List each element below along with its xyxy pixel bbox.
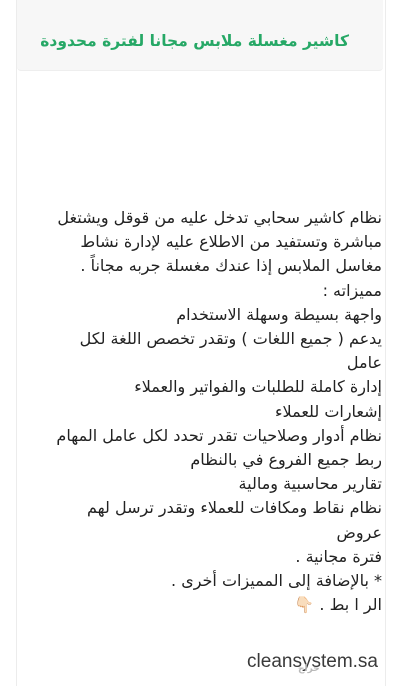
- post-body: نظام كاشير سحابي تدخل عليه من قوقل ويشتغ…: [20, 206, 382, 617]
- body-line: مغاسل الملابس إذا عندك مغسلة جربه مجاناً…: [80, 256, 382, 276]
- body-line: نظام كاشير سحابي تدخل عليه من قوقل ويشتغ…: [57, 208, 382, 227]
- feature-item: إشعارات للعملاء: [275, 401, 382, 421]
- feature-item: تقارير محاسبية ومالية: [238, 474, 382, 494]
- post-header: كاشير مغسلة ملابس مجانا لفترة محدودة: [17, 0, 383, 71]
- feature-item: فترة مجانية .: [295, 546, 382, 566]
- features-heading: مميزاته :: [322, 280, 382, 300]
- feature-item: نظام أدوار وصلاحيات تقدر تحدد لكل عامل ا…: [56, 425, 382, 445]
- feature-item: يدعم ( جميع اللغات ) وتقدر تخصص اللغة لك…: [79, 329, 382, 349]
- feature-item: إدارة كاملة للطلبات والفواتير والعملاء: [134, 377, 382, 397]
- feature-item: ربط جميع الفروع في بالنظام: [190, 450, 382, 470]
- feature-item: * بالإضافة إلى المميزات أخرى .: [171, 571, 382, 591]
- link-label: الر ا بط . 👇🏻: [294, 595, 382, 615]
- feature-item: واجهة بسيطة وسهلة الاستخدام: [176, 304, 382, 324]
- feature-item: عامل: [346, 353, 382, 373]
- watermark-logo: حراج: [298, 664, 320, 674]
- post-title: كاشير مغسلة ملابس مجانا لفترة محدودة: [40, 32, 349, 50]
- feature-item: عروض: [336, 522, 382, 542]
- feature-item: نظام نقاط ومكافات للعملاء وتقدر ترسل لهم: [87, 498, 382, 518]
- body-line: مباشرة وتستفيد من الاطلاع عليه لإدارة نش…: [80, 232, 382, 252]
